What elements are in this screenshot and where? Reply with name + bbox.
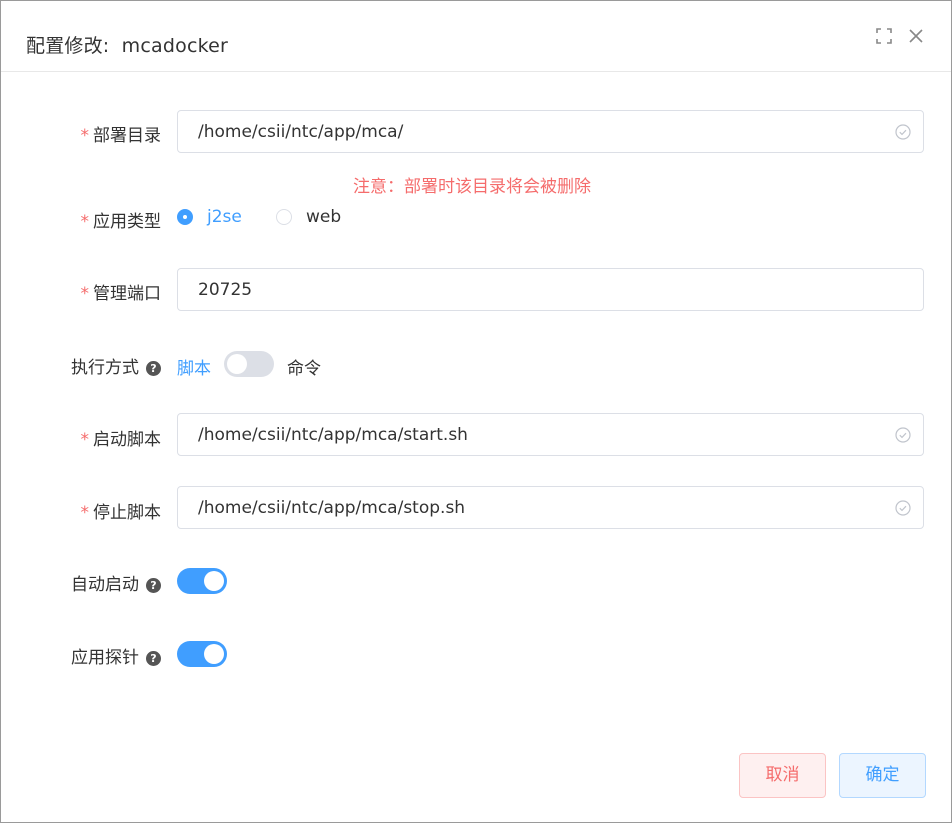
help-icon[interactable]: ? [146, 578, 161, 593]
exec-mode-label-text: 执行方式 [71, 358, 139, 378]
config-dialog: 配置修改: mcadocker * 部署目录 /home/csii/ntc/app… [0, 0, 952, 823]
exec-mode-left-text: 脚本 [177, 359, 211, 379]
required-mark: * [80, 126, 90, 146]
close-icon[interactable] [907, 27, 925, 45]
help-icon[interactable]: ? [146, 361, 161, 376]
app-probe-label-text: 应用探针 [71, 648, 139, 668]
switch-knob [204, 644, 224, 664]
mgmt-port-label-text: 管理端口 [93, 284, 161, 304]
app-probe-switch[interactable] [177, 641, 227, 667]
deploy-dir-value: /home/csii/ntc/app/mca/ [198, 122, 404, 142]
mgmt-port-input[interactable]: 20725 [177, 268, 924, 311]
required-mark: * [80, 503, 90, 523]
deploy-dir-label-text: 部署目录 [93, 126, 161, 146]
radio-dot [177, 209, 193, 225]
auto-start-switch[interactable] [177, 568, 227, 594]
dialog-title: 配置修改: mcadocker [26, 31, 228, 58]
required-mark: * [80, 284, 90, 304]
required-mark: * [80, 212, 90, 232]
start-script-input[interactable]: /home/csii/ntc/app/mca/start.sh [177, 413, 924, 456]
help-icon[interactable]: ? [146, 651, 161, 666]
dialog-header: 配置修改: mcadocker [1, 1, 951, 72]
stop-script-label: * 停止脚本 [81, 498, 162, 523]
auto-start-label-text: 自动启动 [71, 575, 139, 595]
app-probe-label: 应用探针? [71, 643, 161, 668]
stop-script-value: /home/csii/ntc/app/mca/stop.sh [198, 498, 466, 518]
radio-label: j2se [207, 207, 242, 227]
stop-script-label-text: 停止脚本 [93, 503, 161, 523]
deploy-dir-input[interactable]: /home/csii/ntc/app/mca/ [177, 110, 924, 153]
start-script-label-text: 启动脚本 [93, 430, 161, 450]
auto-start-label: 自动启动? [71, 570, 161, 595]
start-script-label: * 启动脚本 [81, 425, 162, 450]
app-type-label: * 应用类型 [81, 207, 162, 232]
stop-script-input[interactable]: /home/csii/ntc/app/mca/stop.sh [177, 486, 924, 529]
dialog-title-prefix: 配置修改: [26, 35, 110, 57]
check-circle-icon [895, 500, 911, 516]
app-type-label-text: 应用类型 [93, 212, 161, 232]
mgmt-port-label: * 管理端口 [81, 279, 162, 304]
fullscreen-icon[interactable] [875, 27, 893, 45]
switch-knob [227, 354, 247, 374]
required-mark: * [80, 430, 90, 450]
cancel-button[interactable]: 取消 [739, 753, 826, 798]
start-script-value: /home/csii/ntc/app/mca/start.sh [198, 425, 468, 445]
switch-knob [204, 571, 224, 591]
radio-label: web [306, 207, 342, 227]
confirm-button[interactable]: 确定 [839, 753, 926, 798]
exec-mode-right-text: 命令 [287, 359, 321, 379]
deploy-dir-label: * 部署目录 [81, 121, 162, 146]
check-circle-icon [895, 427, 911, 443]
exec-mode-switch[interactable] [224, 351, 274, 377]
check-circle-icon [895, 124, 911, 140]
radio-dot [276, 209, 292, 225]
dialog-title-name: mcadocker [121, 35, 229, 57]
deploy-dir-warning: 注意：部署时该目录将会被删除 [353, 177, 591, 197]
exec-mode-label: 执行方式? [71, 353, 161, 378]
mgmt-port-value: 20725 [198, 280, 253, 300]
